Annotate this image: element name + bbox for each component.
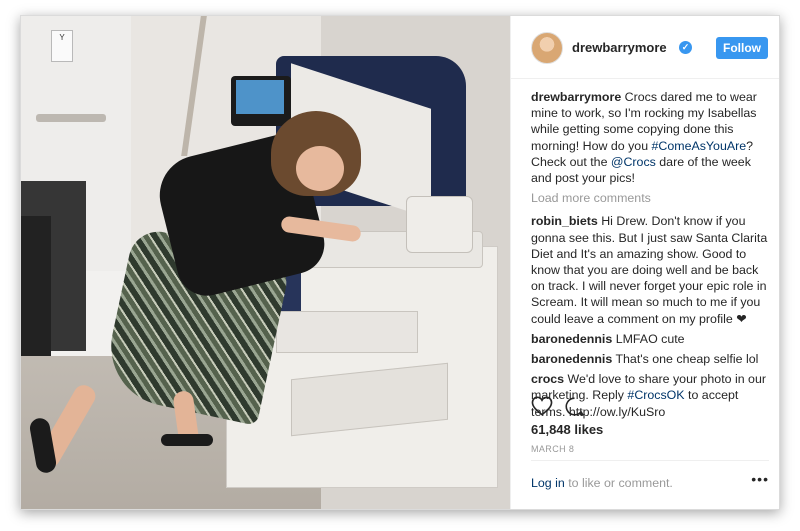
post-photo[interactable]: Y xyxy=(21,16,510,509)
heart-icon[interactable] xyxy=(531,396,553,421)
door-sign: Y xyxy=(51,30,73,62)
comment-username[interactable]: crocs xyxy=(531,372,564,386)
header-username[interactable]: drewbarrymore xyxy=(572,40,667,55)
login-prompt: Log in to like or comment. xyxy=(531,476,673,490)
caption-mention[interactable]: @Crocs xyxy=(611,155,656,169)
post-sidebar: drewbarrymore ✓ Follow drewbarrymore Cro… xyxy=(510,16,779,509)
post-header: drewbarrymore ✓ Follow xyxy=(511,16,779,79)
follow-button[interactable]: Follow xyxy=(716,37,768,59)
avatar[interactable] xyxy=(531,32,563,64)
comment-text: That's one cheap selfie lol xyxy=(615,352,759,367)
face xyxy=(296,146,344,191)
door-sign-letter: Y xyxy=(59,33,65,42)
shoe-right xyxy=(161,434,213,446)
login-prompt-text: to like or comment. xyxy=(564,476,673,490)
load-more-comments[interactable]: Load more comments xyxy=(531,190,771,206)
likes-count[interactable]: 61,848 likes xyxy=(531,422,603,437)
caption-username[interactable]: drewbarrymore xyxy=(531,90,621,104)
cabinet-dark xyxy=(21,216,51,356)
comment-username[interactable]: baronedennis xyxy=(531,332,612,346)
verified-badge-icon: ✓ xyxy=(679,41,692,54)
instagram-post-card: Y drewbarrymore ✓ Follow drewbarrymore C… xyxy=(20,15,780,510)
copier-tray-upper xyxy=(276,311,418,353)
post-footer: Log in to like or comment. ••• xyxy=(531,460,769,509)
comment-icon[interactable] xyxy=(564,396,585,422)
more-options-icon[interactable]: ••• xyxy=(751,471,769,487)
caption-hashtag[interactable]: #ComeAsYouAre xyxy=(652,139,747,153)
comment: baronedennis LMFAO cute xyxy=(531,331,771,347)
comment-text: LMFAO cute xyxy=(615,331,685,346)
comments-section: drewbarrymore Crocs dared me to wear min… xyxy=(531,89,771,424)
post-date: MARCH 8 xyxy=(531,444,575,454)
login-link[interactable]: Log in xyxy=(531,476,565,490)
caption: drewbarrymore Crocs dared me to wear min… xyxy=(531,89,771,186)
copier-stapler xyxy=(406,196,473,253)
comment-username[interactable]: baronedennis xyxy=(531,352,612,366)
comment: baronedennis That's one cheap selfie lol xyxy=(531,351,771,367)
comment-text: Hi Drew. Don't know if you gonna see thi… xyxy=(531,214,768,326)
door-handle xyxy=(36,114,106,122)
comment: robin_biets Hi Drew. Don't know if you g… xyxy=(531,213,771,326)
comment-username[interactable]: robin_biets xyxy=(531,214,598,228)
copier-screen-display xyxy=(236,80,284,114)
